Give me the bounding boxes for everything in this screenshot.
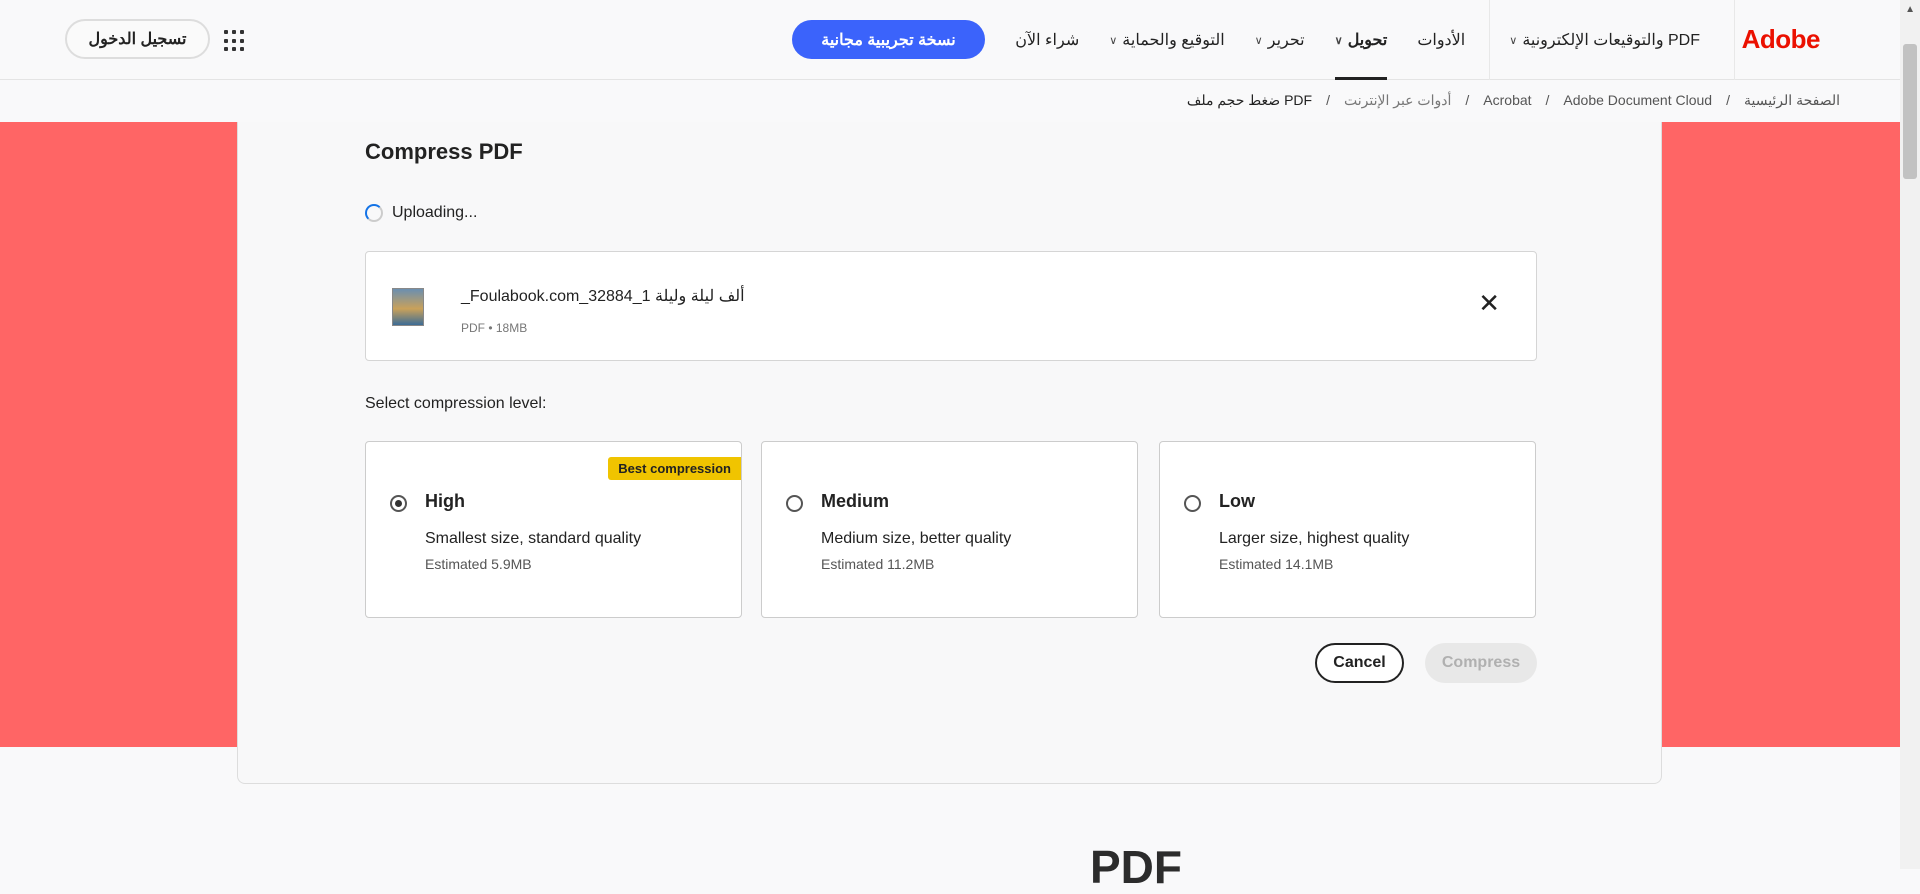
radio-medium[interactable]: [786, 495, 803, 512]
nav-label: تحويل: [1347, 32, 1388, 49]
breadcrumb-separator: /: [1545, 92, 1550, 108]
card-title: Compress PDF: [365, 139, 523, 164]
file-meta: PDF • 18MB: [461, 321, 528, 335]
scroll-up-icon[interactable]: ▲: [1905, 4, 1915, 15]
file-item: _Foulabook.com_ألف ليلة وليلة 1_32884 PD…: [365, 251, 1537, 361]
option-name: Medium: [821, 491, 890, 511]
nav-label: شراء الآن: [1015, 32, 1080, 49]
compression-level-label: Select compression level:: [365, 395, 547, 412]
nav-pdf-esign[interactable]: PDF والتوقيعات الإلكترونية ∨: [1509, 0, 1700, 80]
remove-file-close-icon[interactable]: ✕: [1478, 290, 1500, 316]
option-medium[interactable]: Medium Medium size, better quality Estim…: [761, 441, 1138, 618]
nav-label: الأدوات: [1417, 32, 1466, 49]
nav-convert[interactable]: تحويل ∨: [1334, 0, 1388, 80]
divider: [1734, 0, 1735, 80]
chevron-down-icon: ∨: [1509, 34, 1518, 47]
breadcrumb-separator: /: [1326, 92, 1330, 108]
option-name: Low: [1219, 491, 1255, 511]
section-heading: PDF: [1090, 841, 1182, 893]
option-high[interactable]: Best compression High Smallest size, sta…: [365, 441, 742, 618]
status-text: Uploading...: [392, 204, 478, 221]
radio-low[interactable]: [1184, 495, 1201, 512]
option-estimate: Estimated 14.1MB: [1219, 556, 1334, 572]
breadcrumb-separator: /: [1726, 92, 1730, 108]
option-estimate: Estimated 11.2MB: [821, 556, 935, 572]
file-thumbnail: [392, 288, 424, 326]
breadcrumb-document-cloud[interactable]: Adobe Document Cloud: [1563, 92, 1712, 109]
sign-in-button[interactable]: تسجيل الدخول: [65, 19, 210, 59]
nav-label: التوقيع والحماية: [1122, 32, 1225, 49]
breadcrumb-separator: /: [1465, 92, 1470, 108]
adobe-logo[interactable]: Adobe: [1742, 24, 1821, 55]
app-grid-icon[interactable]: [224, 30, 246, 52]
option-name: High: [425, 491, 465, 511]
option-estimate: Estimated 5.9MB: [425, 556, 532, 572]
chevron-down-icon: ∨: [1334, 34, 1343, 47]
breadcrumb-home[interactable]: الصفحة الرئيسية: [1744, 92, 1840, 109]
scrollbar-thumb[interactable]: [1903, 44, 1917, 179]
upload-status: Uploading...: [365, 204, 477, 222]
breadcrumb-current: ضغط حجم ملف PDF: [1186, 92, 1313, 108]
spinner-icon: [365, 204, 383, 222]
scrollbar[interactable]: ▲: [1900, 0, 1920, 869]
chevron-down-icon: ∨: [1109, 34, 1118, 47]
main-nav: PDF والتوقيعات الإلكترونية ∨ الأدوات تحوي…: [1015, 0, 1700, 80]
free-trial-button[interactable]: نسخة تجريبية مجانية: [792, 20, 985, 59]
option-desc: Larger size, highest quality: [1219, 530, 1410, 547]
top-nav: Adobe PDF والتوقيعات الإلكترونية ∨ الأدوا…: [0, 0, 1900, 80]
nav-buy-now[interactable]: شراء الآن: [1015, 0, 1079, 80]
breadcrumb-online-tools[interactable]: أدوات عبر الإنترنت: [1344, 92, 1451, 109]
breadcrumb: الصفحة الرئيسية / Adobe Document Cloud / A…: [1187, 92, 1840, 109]
nav-edit[interactable]: تحرير ∨: [1255, 0, 1305, 80]
cancel-button[interactable]: Cancel: [1315, 643, 1404, 683]
option-low[interactable]: Low Larger size, highest quality Estimat…: [1159, 441, 1536, 618]
chevron-down-icon: ∨: [1254, 34, 1263, 47]
nav-label: PDF والتوقيعات الإلكترونية: [1522, 32, 1700, 49]
breadcrumb-acrobat[interactable]: Acrobat: [1483, 92, 1531, 109]
radio-high[interactable]: [390, 495, 407, 512]
nav-tools[interactable]: الأدوات: [1417, 0, 1465, 80]
best-compression-badge: Best compression: [608, 457, 741, 480]
compress-button[interactable]: Compress: [1425, 643, 1537, 683]
file-name: _Foulabook.com_ألف ليلة وليلة 1_32884: [461, 288, 745, 305]
nav-label: تحرير: [1267, 32, 1305, 49]
option-desc: Smallest size, standard quality: [425, 530, 642, 547]
option-desc: Medium size, better quality: [821, 530, 1012, 547]
nav-sign-protect[interactable]: التوقيع والحماية ∨: [1109, 0, 1224, 80]
compress-pdf-card: Compress PDF Uploading... _Foulabook.com…: [237, 122, 1662, 784]
